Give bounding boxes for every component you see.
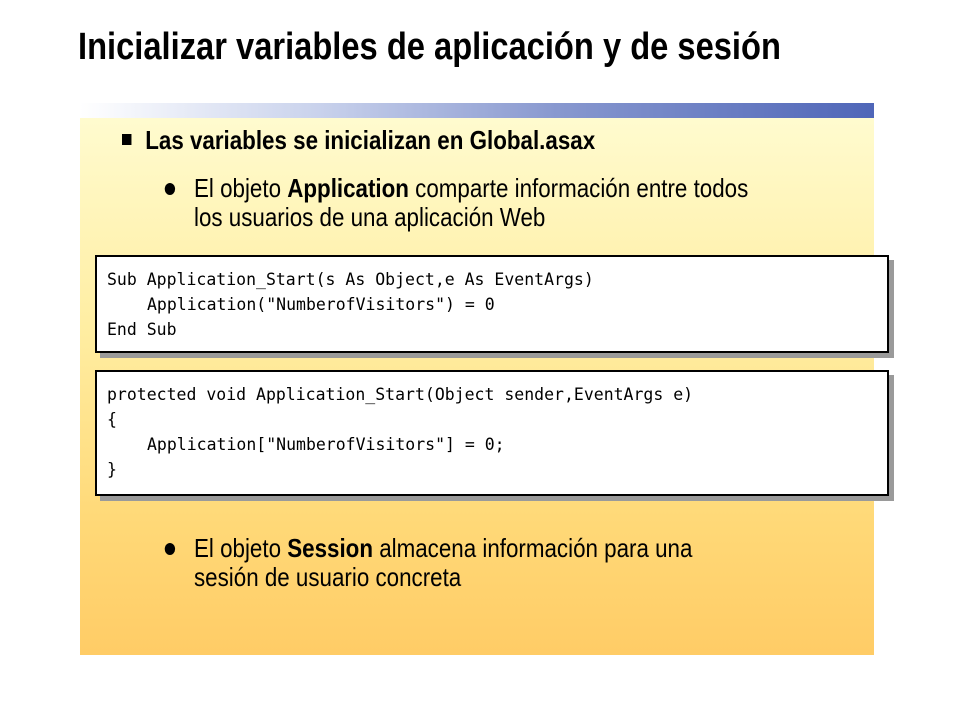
code-line: protected void Application_Start(Object … <box>107 385 694 404</box>
bullet-application-line1: El objeto Application comparte informaci… <box>194 174 748 203</box>
code-line: } <box>107 460 117 479</box>
bullet-session-prefix: El objeto <box>194 533 288 563</box>
bullet-session-rest: almacena información para una <box>372 533 693 563</box>
bullet-application-rest: comparte información entre todos <box>408 173 749 203</box>
bullet-main: Las variables se inicializan en Global.a… <box>122 125 595 156</box>
code-line: { <box>107 410 117 429</box>
bullet-session: El objeto Session almacena información p… <box>164 534 692 592</box>
bullet-main-text: Las variables se inicializan en Global.a… <box>145 125 596 155</box>
bullet-session-keyword: Session <box>287 533 373 563</box>
code-block-csharp: protected void Application_Start(Object … <box>95 370 889 496</box>
bullet-application-prefix: El objeto <box>194 173 288 203</box>
bullet-session-line1: El objeto Session almacena información p… <box>194 534 692 563</box>
bullet-session-line2: sesión de usuario concreta <box>194 562 462 592</box>
code-line: Application["NumberofVisitors"] = 0; <box>147 435 505 454</box>
bullet-application: El objeto Application comparte informaci… <box>164 174 748 232</box>
bullet-application-keyword: Application <box>287 173 409 203</box>
panel-header-bar <box>80 103 874 118</box>
code-block-vb: Sub Application_Start(s As Object,e As E… <box>95 255 889 353</box>
bullet-application-line2: los usuarios de una aplicación Web <box>194 202 546 232</box>
round-bullet-icon <box>164 543 176 555</box>
round-bullet-icon <box>164 183 176 195</box>
slide-title: Inicializar variables de aplicación y de… <box>78 26 781 68</box>
code-line: Sub Application_Start(s As Object,e As E… <box>107 270 594 289</box>
code-line: Application("NumberofVisitors") = 0 <box>147 295 495 314</box>
square-bullet-icon <box>122 134 132 145</box>
code-line: End Sub <box>107 320 177 339</box>
